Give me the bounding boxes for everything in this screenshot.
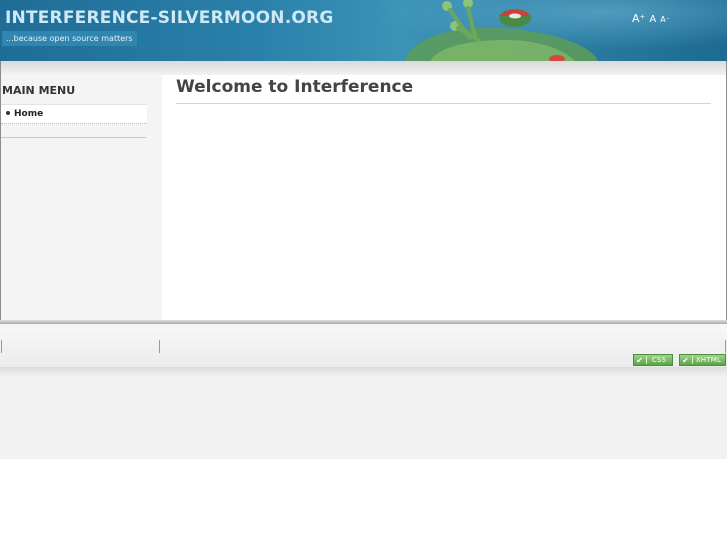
footer-separator [725, 340, 726, 353]
footer-shadow [0, 367, 727, 377]
main-menu-list: Home [1, 104, 147, 124]
font-size-controls: A⁺ A A⁻ [632, 13, 670, 25]
main-menu-heading: MAIN MENU [2, 84, 76, 97]
menu-item-label: Home [14, 109, 44, 119]
footer-separator [159, 340, 160, 353]
css-validation-badge[interactable]: ✔ CSS [633, 354, 673, 366]
checkmark-icon: ✔ [636, 355, 643, 365]
increase-font-size-button[interactable]: A⁺ [632, 13, 645, 24]
xhtml-badge-label: XHTML [692, 356, 725, 364]
page: INTERFERENCE-SILVERMOON.ORG ...because o… [0, 0, 727, 545]
site-header: INTERFERENCE-SILVERMOON.ORG ...because o… [0, 0, 727, 61]
page-title: Welcome to Interference [176, 77, 414, 97]
bullet-icon [6, 110, 10, 115]
menu-divider [1, 137, 146, 138]
checkmark-icon: ✔ [682, 355, 689, 365]
footer-bottom-band [0, 377, 727, 459]
footer-separator [1, 340, 2, 353]
menu-item-home[interactable]: Home [6, 109, 43, 119]
site-tagline: ...because open source matters [2, 31, 137, 46]
title-divider [176, 103, 711, 104]
main-content [162, 75, 726, 322]
css-badge-label: CSS [646, 356, 672, 364]
default-font-size-button[interactable]: A [649, 15, 656, 25]
decrease-font-size-button[interactable]: A⁻ [660, 16, 670, 24]
footer [0, 324, 727, 367]
site-title[interactable]: INTERFERENCE-SILVERMOON.ORG [5, 8, 333, 28]
xhtml-validation-badge[interactable]: ✔ XHTML [679, 354, 726, 366]
